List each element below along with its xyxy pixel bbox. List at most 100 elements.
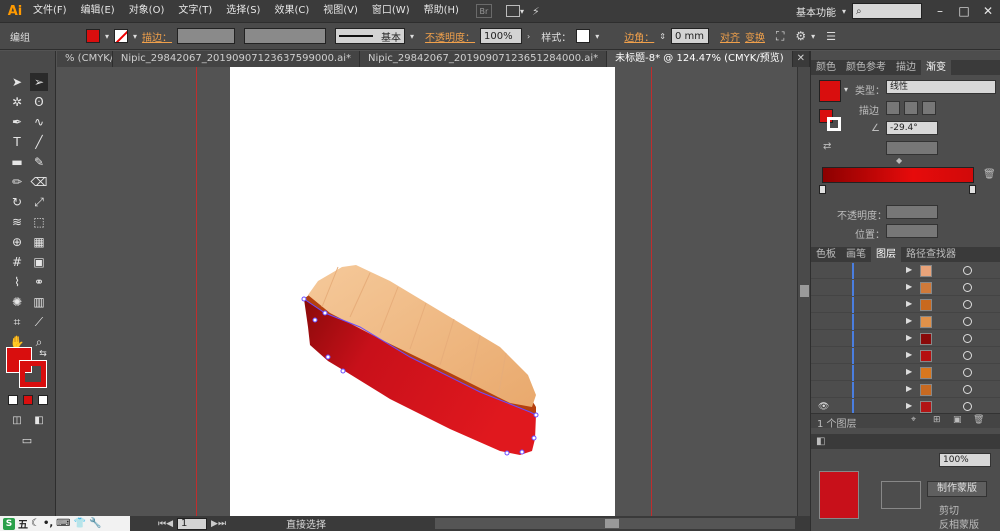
tab-close-icon[interactable]: ✕ bbox=[792, 51, 810, 67]
gradient-slider[interactable] bbox=[822, 167, 974, 183]
stroke-gradient-within[interactable] bbox=[886, 101, 900, 115]
lasso-icon[interactable]: ʘ bbox=[30, 93, 48, 111]
stepper-icon[interactable]: ⇕ bbox=[659, 32, 666, 41]
layer-row[interactable]: ▶ bbox=[811, 263, 1000, 279]
reverse-gradient-icon[interactable]: ⇄ bbox=[823, 141, 831, 152]
target-circle-icon[interactable] bbox=[963, 402, 972, 411]
stroke-mini-swatch[interactable] bbox=[827, 117, 841, 131]
type-tool-icon[interactable]: T bbox=[8, 133, 26, 151]
next-artboard-icon[interactable]: ▶⏭ bbox=[211, 519, 226, 529]
artboard-tool-icon[interactable]: ⌗ bbox=[8, 313, 26, 331]
expand-triangle-icon[interactable]: ▶ bbox=[906, 299, 912, 308]
slice-tool-icon[interactable]: ⟋ bbox=[30, 313, 48, 331]
expand-triangle-icon[interactable]: ▶ bbox=[906, 333, 912, 342]
gradient-stop-right[interactable] bbox=[969, 185, 976, 194]
gpu-icon[interactable]: ⚡ bbox=[532, 5, 540, 18]
rotate-icon[interactable]: ↻ bbox=[8, 193, 26, 211]
menu-edit[interactable]: 编辑(E) bbox=[74, 0, 122, 22]
tab-pathfinder[interactable]: 路径查找器 bbox=[901, 247, 961, 262]
align-link[interactable]: 对齐 bbox=[720, 29, 740, 44]
tab-document-2[interactable]: Nipic_29842067_20190907123637599000.ai* bbox=[112, 51, 361, 67]
expand-triangle-icon[interactable]: ▶ bbox=[906, 367, 912, 376]
free-transform-icon[interactable]: ⬚ bbox=[30, 213, 48, 231]
direct-selection-tool-icon[interactable]: ➢ bbox=[30, 73, 48, 91]
scale-icon[interactable]: ⤢ bbox=[30, 193, 48, 211]
vertical-scrollbar[interactable] bbox=[797, 67, 810, 516]
curvature-tool-icon[interactable]: ∿ bbox=[30, 113, 48, 131]
menu-select[interactable]: 选择(S) bbox=[219, 0, 267, 22]
menu-window[interactable]: 窗口(W) bbox=[365, 0, 417, 22]
chevron-down-icon[interactable]: ▾ bbox=[105, 32, 109, 41]
keyboard-icon[interactable]: ⌨ bbox=[56, 518, 70, 529]
chevron-right-icon[interactable]: › bbox=[527, 32, 530, 41]
artboard-number-field[interactable]: 1 bbox=[177, 517, 208, 530]
transparency-icon[interactable]: ◧ bbox=[811, 434, 830, 449]
draw-inside-icon[interactable]: ◧ bbox=[30, 411, 48, 429]
visibility-toggle[interactable] bbox=[818, 368, 829, 378]
new-sublayer-icon[interactable]: ⊞ bbox=[933, 415, 941, 425]
stroke-swatch[interactable] bbox=[114, 29, 129, 43]
trash-icon[interactable]: 🗑 bbox=[983, 169, 996, 180]
expand-triangle-icon[interactable]: ▶ bbox=[906, 401, 912, 410]
close-button[interactable]: ✕ bbox=[976, 4, 1000, 18]
fill-swatch[interactable] bbox=[86, 29, 100, 43]
expand-triangle-icon[interactable]: ▶ bbox=[906, 384, 912, 393]
tab-stroke[interactable]: 描边 bbox=[891, 60, 921, 75]
tab-document-active[interactable]: 未标题-8* @ 124.47% (CMYK/预览) bbox=[607, 51, 793, 67]
tab-document-3[interactable]: Nipic_29842067_20190907123651284000.ai* bbox=[360, 51, 608, 67]
minimize-button[interactable]: – bbox=[928, 4, 952, 18]
expand-triangle-icon[interactable]: ▶ bbox=[906, 265, 912, 274]
target-circle-icon[interactable] bbox=[963, 317, 972, 326]
search-input[interactable]: ⌕ bbox=[852, 3, 922, 19]
graphic-style-swatch[interactable] bbox=[576, 29, 591, 43]
mesh-tool-icon[interactable]: # bbox=[8, 253, 26, 271]
layer-row[interactable]: ▶ bbox=[811, 331, 1000, 347]
tab-brushes[interactable]: 画笔 bbox=[841, 247, 871, 262]
line-tool-icon[interactable]: ╱ bbox=[30, 133, 48, 151]
pencil-icon[interactable]: ✏ bbox=[8, 173, 26, 191]
artboard[interactable] bbox=[230, 67, 615, 516]
punctuation-icon[interactable]: •, bbox=[43, 518, 53, 529]
scroll-thumb[interactable] bbox=[800, 285, 809, 297]
visibility-toggle[interactable] bbox=[818, 351, 829, 361]
eraser-icon[interactable]: ⌫ bbox=[30, 173, 48, 191]
tab-swatches[interactable]: 色板 bbox=[811, 247, 841, 262]
perspective-grid-icon[interactable]: ▦ bbox=[30, 233, 48, 251]
menu-object[interactable]: 对象(O) bbox=[122, 0, 172, 22]
corner-radius-field[interactable]: 0 mm bbox=[670, 28, 709, 44]
gradient-tool-icon[interactable]: ▣ bbox=[30, 253, 48, 271]
ime-logo-icon[interactable]: S bbox=[3, 517, 15, 530]
tab-color-guide[interactable]: 颜色参考 bbox=[841, 60, 891, 75]
angle-field[interactable]: -29.4° bbox=[886, 121, 938, 135]
menu-view[interactable]: 视图(V) bbox=[316, 0, 365, 22]
tab-color[interactable]: 颜色 bbox=[811, 60, 841, 75]
transparency-opacity-field[interactable]: 100% bbox=[939, 453, 991, 467]
layer-row[interactable]: ▶ bbox=[811, 365, 1000, 381]
canvas-area[interactable] bbox=[57, 67, 797, 516]
expand-triangle-icon[interactable]: ▶ bbox=[906, 350, 912, 359]
ime-toolbar[interactable]: S 五 ☾ •, ⌨ 👕 🔧 bbox=[0, 516, 130, 531]
draw-mode-icon[interactable]: ◫ bbox=[8, 411, 26, 429]
none-mode-icon[interactable] bbox=[38, 395, 48, 405]
invert-mask-checkbox-label[interactable]: 反相蒙版 bbox=[939, 516, 979, 531]
scroll-thumb[interactable] bbox=[605, 519, 619, 528]
corner-label[interactable]: 边角： bbox=[624, 29, 654, 44]
layer-row[interactable]: ▶ bbox=[811, 348, 1000, 364]
target-circle-icon[interactable] bbox=[963, 283, 972, 292]
target-circle-icon[interactable] bbox=[963, 351, 972, 360]
stroke-color-swatch[interactable] bbox=[19, 360, 47, 388]
magic-wand-icon[interactable]: ✲ bbox=[8, 93, 26, 111]
moon-icon[interactable]: ☾ bbox=[31, 518, 40, 529]
graph-tool-icon[interactable]: ▥ bbox=[30, 293, 48, 311]
locate-object-icon[interactable]: ⌖ bbox=[911, 415, 916, 425]
chevron-down-icon[interactable]: ▾ bbox=[133, 32, 137, 41]
rectangle-tool-icon[interactable]: ▬ bbox=[8, 153, 26, 171]
midpoint-diamond-icon[interactable]: ◆ bbox=[896, 156, 902, 165]
layer-row[interactable]: ▶ bbox=[811, 314, 1000, 330]
stroke-gradient-across[interactable] bbox=[922, 101, 936, 115]
panel-menu-icon[interactable]: ☰ bbox=[826, 30, 836, 43]
chevron-down-icon[interactable]: ▾ bbox=[410, 32, 414, 41]
target-circle-icon[interactable] bbox=[963, 266, 972, 275]
clip-checkbox-label[interactable]: 剪切 bbox=[939, 502, 959, 517]
menu-effect[interactable]: 效果(C) bbox=[267, 0, 316, 22]
